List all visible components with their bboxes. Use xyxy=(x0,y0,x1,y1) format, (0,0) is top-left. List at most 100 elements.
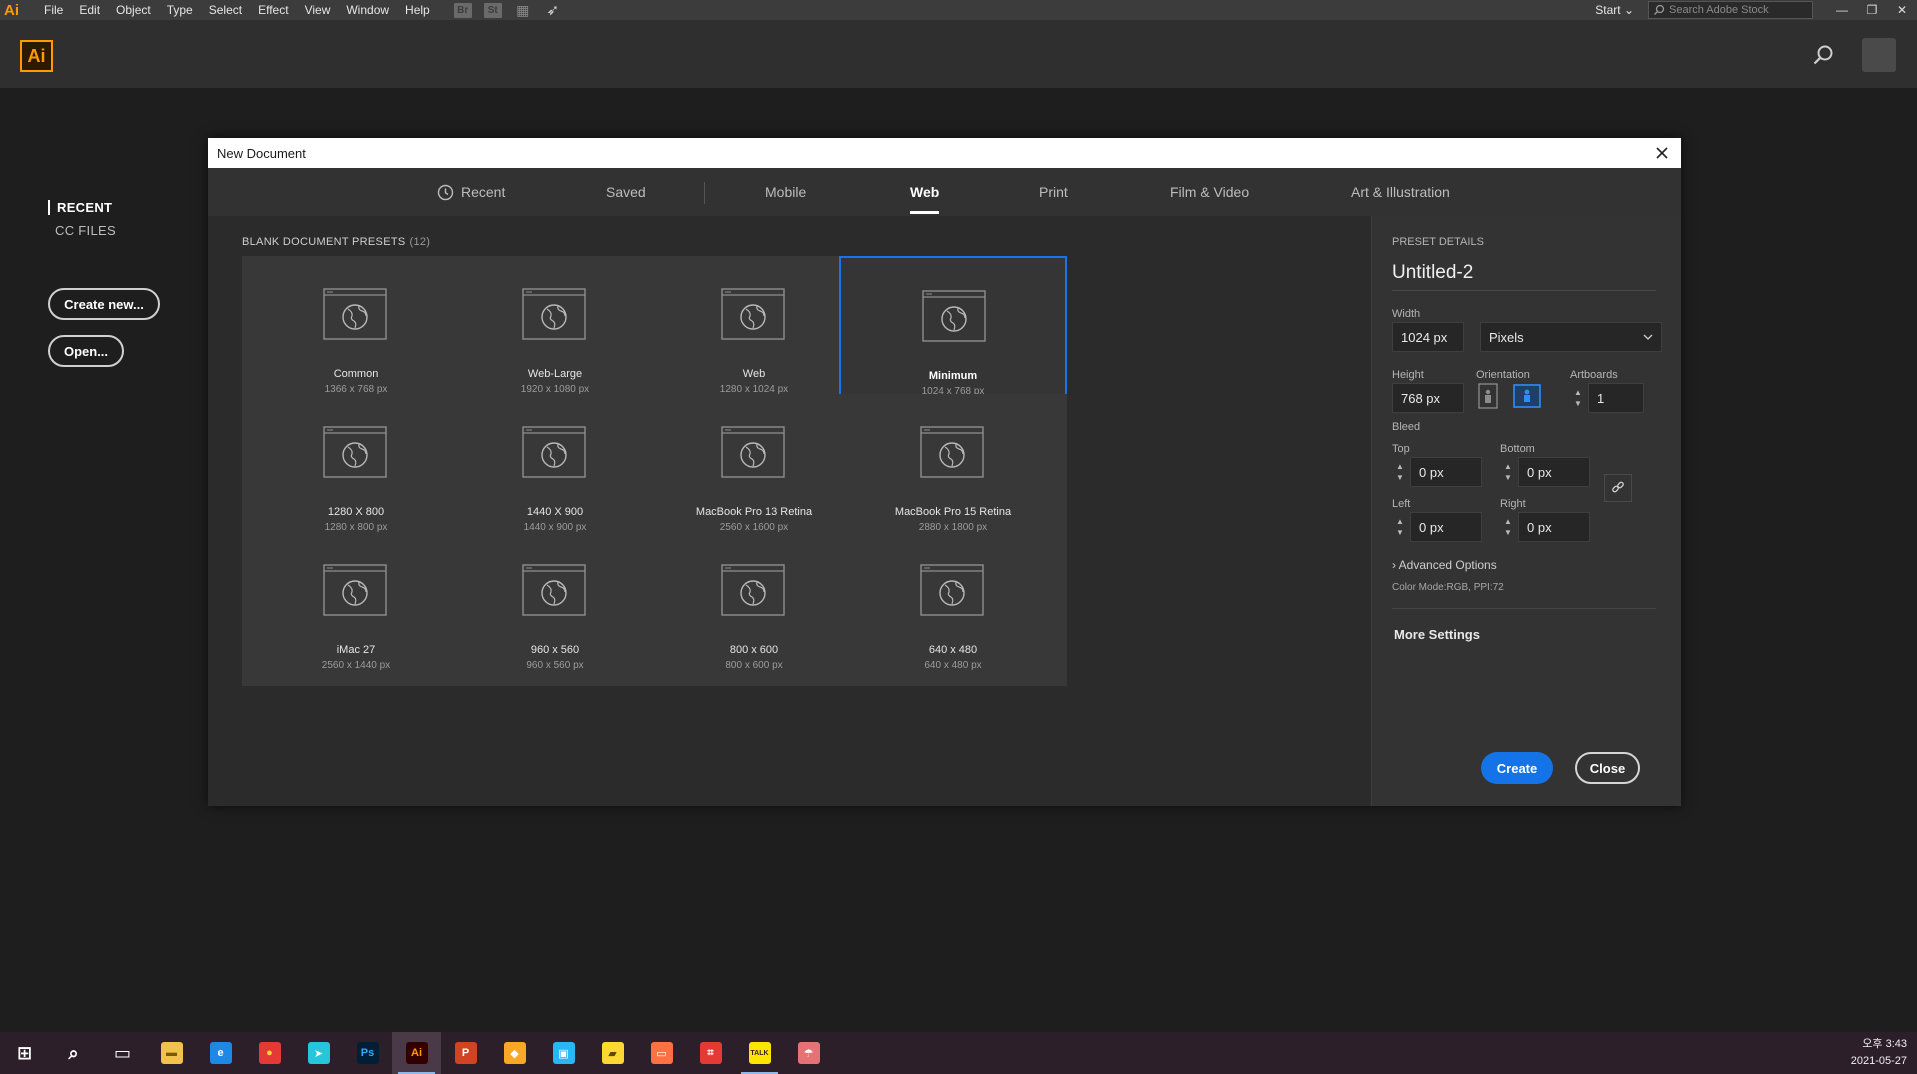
taskbar-item[interactable]: ▰ xyxy=(588,1032,637,1074)
preset-card[interactable]: 960 x 560 960 x 560 px xyxy=(441,532,669,686)
menu-object[interactable]: Object xyxy=(108,3,159,17)
stepper-up-icon: ▲ xyxy=(1396,517,1404,526)
arrange-documents-icon[interactable]: ▦ xyxy=(514,2,532,18)
web-document-icon xyxy=(522,564,586,616)
menu-view[interactable]: View xyxy=(297,3,339,17)
workspace-switcher[interactable]: Start ⌄ xyxy=(1595,3,1634,17)
illustrator-logo: Ai xyxy=(20,40,53,72)
create-button[interactable]: Create xyxy=(1481,752,1553,784)
preset-card[interactable]: 800 x 600 800 x 600 px xyxy=(640,532,868,686)
stock-icon[interactable]: St xyxy=(483,2,502,18)
taskbar-item[interactable]: ⌗ xyxy=(686,1032,735,1074)
preset-card[interactable]: 640 x 480 640 x 480 px xyxy=(839,532,1067,686)
web-document-icon xyxy=(323,288,387,340)
web-document-icon xyxy=(323,564,387,616)
app-menu-logo[interactable]: Ai xyxy=(0,2,36,19)
gpu-performance-icon[interactable]: ➶ xyxy=(544,2,562,19)
tab-mobile[interactable]: Mobile xyxy=(765,168,806,216)
taskbar-item[interactable]: ▭ xyxy=(98,1032,147,1074)
preset-card[interactable]: iMac 27 2560 x 1440 px xyxy=(242,532,470,686)
taskbar-item[interactable]: ▭ xyxy=(637,1032,686,1074)
preset-card[interactable]: Web 1280 x 1024 px xyxy=(640,256,868,410)
width-input[interactable]: 1024 px xyxy=(1392,322,1464,352)
preset-card[interactable]: Web-Large 1920 x 1080 px xyxy=(441,256,669,410)
taskbar-item[interactable]: ⌕ xyxy=(49,1032,98,1074)
menu-bar: Ai File Edit Object Type Select Effect V… xyxy=(0,0,1917,20)
link-bleed-button[interactable] xyxy=(1604,474,1632,502)
menu-window[interactable]: Window xyxy=(338,3,397,17)
bleed-right-input[interactable]: 0 px xyxy=(1518,512,1590,542)
taskbar-item[interactable]: ▬ xyxy=(147,1032,196,1074)
bleed-top-input[interactable]: 0 px xyxy=(1410,457,1482,487)
create-new-button[interactable]: Create new... xyxy=(48,288,160,320)
tab-recent[interactable]: Recent xyxy=(437,168,505,216)
tab-web[interactable]: Web xyxy=(910,168,940,216)
avatar[interactable] xyxy=(1862,38,1896,72)
preset-card[interactable]: 1440 X 900 1440 x 900 px xyxy=(441,394,669,548)
height-input[interactable]: 768 px xyxy=(1392,383,1464,413)
color-mode-text: Color Mode:RGB, PPI:72 xyxy=(1392,582,1504,593)
workspace-label: Start xyxy=(1595,3,1621,17)
system-clock[interactable]: 오후 3:43 2021-05-27 xyxy=(1851,1036,1907,1070)
tab-saved[interactable]: Saved xyxy=(606,168,646,216)
tab-print[interactable]: Print xyxy=(1039,168,1068,216)
bleed-top-stepper[interactable]: ▲ ▼ xyxy=(1392,457,1408,487)
taskbar-item[interactable]: e xyxy=(196,1032,245,1074)
preset-card[interactable]: MacBook Pro 15 Retina 2880 x 1800 px xyxy=(839,394,1067,548)
tab-film-video[interactable]: Film & Video xyxy=(1170,168,1249,216)
artboards-stepper[interactable]: ▲ ▼ xyxy=(1570,383,1586,413)
menu-edit[interactable]: Edit xyxy=(71,3,108,17)
menu-file[interactable]: File xyxy=(36,3,71,17)
menu-effect[interactable]: Effect xyxy=(250,3,296,17)
document-name-field[interactable]: Untitled-2 xyxy=(1392,262,1656,291)
menu-select[interactable]: Select xyxy=(201,3,250,17)
nav-recent[interactable]: RECENT xyxy=(48,200,116,215)
stock-search-input[interactable]: Search Adobe Stock xyxy=(1648,1,1813,19)
portrait-orientation-button[interactable] xyxy=(1476,383,1500,409)
bleed-left-input[interactable]: 0 px xyxy=(1410,512,1482,542)
artboards-input[interactable]: 1 xyxy=(1588,383,1644,413)
bridge-icon[interactable]: Br xyxy=(453,2,472,18)
preset-card[interactable]: 1280 X 800 1280 x 800 px xyxy=(242,394,470,548)
tab-art-illustration[interactable]: Art & Illustration xyxy=(1351,168,1450,216)
bleed-bottom-input[interactable]: 0 px xyxy=(1518,457,1590,487)
taskbar-item[interactable]: ➤ xyxy=(294,1032,343,1074)
preset-name: MacBook Pro 15 Retina xyxy=(894,506,1012,518)
more-settings-link[interactable]: More Settings xyxy=(1394,627,1480,642)
close-icon[interactable] xyxy=(1651,142,1673,164)
taskbar-item[interactable]: ⊞ xyxy=(0,1032,49,1074)
taskbar-item[interactable]: TALK xyxy=(735,1032,784,1074)
bleed-left-stepper[interactable]: ▲ ▼ xyxy=(1392,512,1408,542)
taskbar-item[interactable]: Ps xyxy=(343,1032,392,1074)
minimize-button[interactable]: — xyxy=(1827,0,1857,20)
bleed-bottom-label: Bottom xyxy=(1500,443,1535,455)
taskbar-item[interactable]: ● xyxy=(245,1032,294,1074)
menu-type[interactable]: Type xyxy=(159,3,201,17)
preset-card[interactable]: Common 1366 x 768 px xyxy=(242,256,470,410)
units-select[interactable]: Pixels xyxy=(1480,322,1662,352)
preset-size: 960 x 560 px xyxy=(526,660,584,671)
bleed-right-stepper[interactable]: ▲ ▼ xyxy=(1500,512,1516,542)
preset-card[interactable]: MacBook Pro 13 Retina 2560 x 1600 px xyxy=(640,394,868,548)
presets-count: (12) xyxy=(409,236,431,248)
preset-details-heading: PRESET DETAILS xyxy=(1392,236,1484,248)
stepper-up-icon: ▲ xyxy=(1396,462,1404,471)
taskbar-item[interactable]: Ai xyxy=(392,1032,441,1074)
web-document-icon xyxy=(920,426,984,478)
landscape-orientation-button[interactable] xyxy=(1512,383,1542,409)
nav-cc-files[interactable]: CC FILES xyxy=(48,223,116,238)
open-button[interactable]: Open... xyxy=(48,335,124,367)
preset-card[interactable]: Minimum 1024 x 768 px xyxy=(839,256,1067,410)
restore-button[interactable]: ❐ xyxy=(1857,0,1887,20)
search-icon[interactable] xyxy=(1812,44,1834,66)
menu-help[interactable]: Help xyxy=(397,3,438,17)
bird-app-icon: ➤ xyxy=(307,1042,330,1064)
taskbar-item[interactable]: ◆ xyxy=(490,1032,539,1074)
taskbar-item[interactable]: P xyxy=(441,1032,490,1074)
close-button[interactable]: Close xyxy=(1575,752,1640,784)
window-close-button[interactable]: ✕ xyxy=(1887,0,1917,20)
taskbar-item[interactable]: ☂ xyxy=(784,1032,833,1074)
bleed-bottom-stepper[interactable]: ▲ ▼ xyxy=(1500,457,1516,487)
advanced-options-toggle[interactable]: › Advanced Options xyxy=(1392,558,1497,572)
taskbar-item[interactable]: ▣ xyxy=(539,1032,588,1074)
